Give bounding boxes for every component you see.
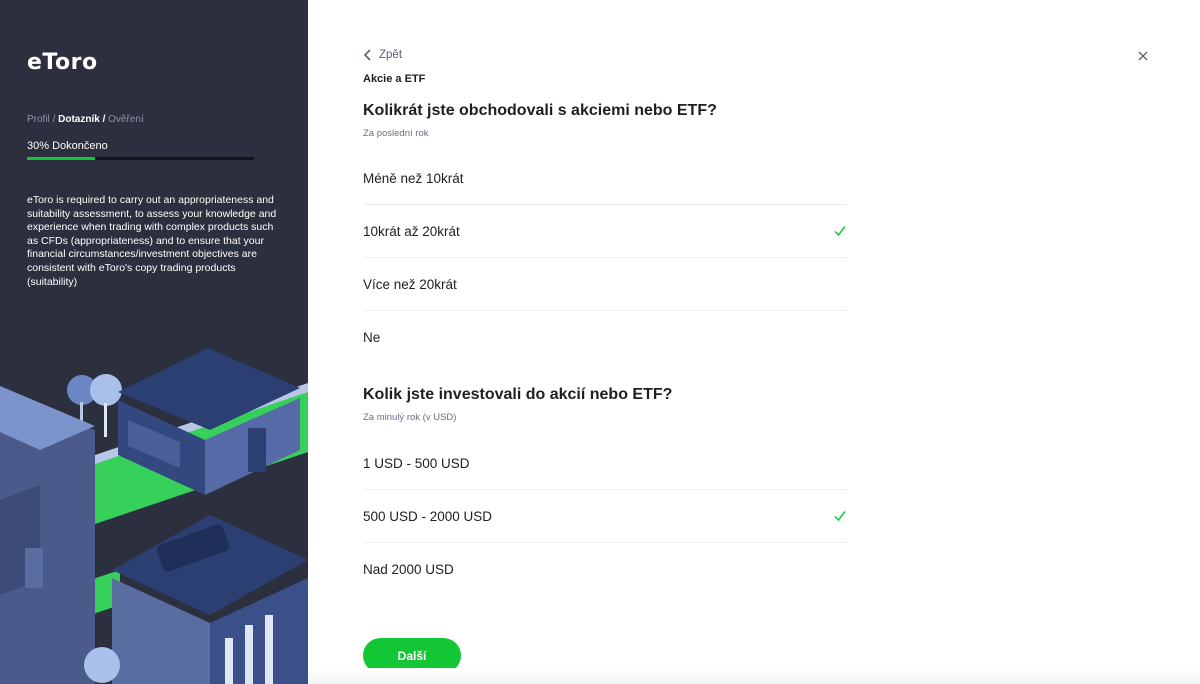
option-list-trade-count: Méně než 10krát 10krát až 20krát Více ne… <box>363 152 847 364</box>
option-label: 1 USD - 500 USD <box>363 455 470 471</box>
option-1-500-usd[interactable]: 1 USD - 500 USD <box>363 437 847 490</box>
etoro-logo: eToro <box>27 50 98 75</box>
breadcrumb: Profil / Dotazník / Ověření <box>27 114 144 125</box>
assessment-description: eToro is required to carry out an approp… <box>27 194 277 288</box>
city-illustration <box>0 348 308 684</box>
progress-bar <box>27 157 254 160</box>
option-less-than-10[interactable]: Méně než 10krát <box>363 152 847 205</box>
question-subtitle-invested-amount: Za minulý rok (v USD) <box>363 412 457 423</box>
questionnaire-panel: Zpět Akcie a ETF Kolikrát jste obchodova… <box>308 0 1200 684</box>
progress-label: 30% Dokončeno <box>27 140 108 152</box>
option-label: 10krát až 20krát <box>363 223 460 239</box>
question-subtitle-trade-count: Za poslední rok <box>363 128 429 139</box>
option-over-2000-usd[interactable]: Nad 2000 USD <box>363 543 847 596</box>
sidebar: eToro Profil / Dotazník / Ověření 30% Do… <box>0 0 308 684</box>
breadcrumb-separator: / <box>52 114 56 125</box>
chevron-left-icon <box>363 49 371 61</box>
back-label: Zpět <box>379 49 403 61</box>
bottom-fade <box>308 668 1200 684</box>
question-title-invested-amount: Kolik jste investovali do akcií nebo ETF… <box>363 386 673 403</box>
progress-bar-fill <box>27 157 96 160</box>
breadcrumb-separator: / <box>102 114 106 125</box>
option-more-than-20[interactable]: Více než 20krát <box>363 258 847 311</box>
option-none[interactable]: Ne <box>363 311 847 364</box>
close-icon[interactable] <box>1136 49 1150 63</box>
question-title-trade-count: Kolikrát jste obchodovali s akciemi nebo… <box>363 102 717 119</box>
option-label: Méně než 10krát <box>363 170 464 186</box>
breadcrumb-dotaznik: Dotazník <box>58 114 100 125</box>
breadcrumb-overeni: Ověření <box>108 114 144 125</box>
option-list-invested-amount: 1 USD - 500 USD 500 USD - 2000 USD Nad 2… <box>363 437 847 596</box>
checkmark-icon <box>834 511 846 522</box>
option-label: Více než 20krát <box>363 276 457 292</box>
back-button[interactable]: Zpět <box>363 49 402 61</box>
section-tag: Akcie a ETF <box>363 73 426 85</box>
option-label: Nad 2000 USD <box>363 562 454 577</box>
checkmark-icon <box>834 226 846 237</box>
breadcrumb-profil: Profil <box>27 114 50 125</box>
option-label: Ne <box>363 330 381 345</box>
option-500-2000-usd[interactable]: 500 USD - 2000 USD <box>363 490 847 543</box>
option-label: 500 USD - 2000 USD <box>363 508 493 524</box>
option-10-to-20[interactable]: 10krát až 20krát <box>363 205 847 258</box>
